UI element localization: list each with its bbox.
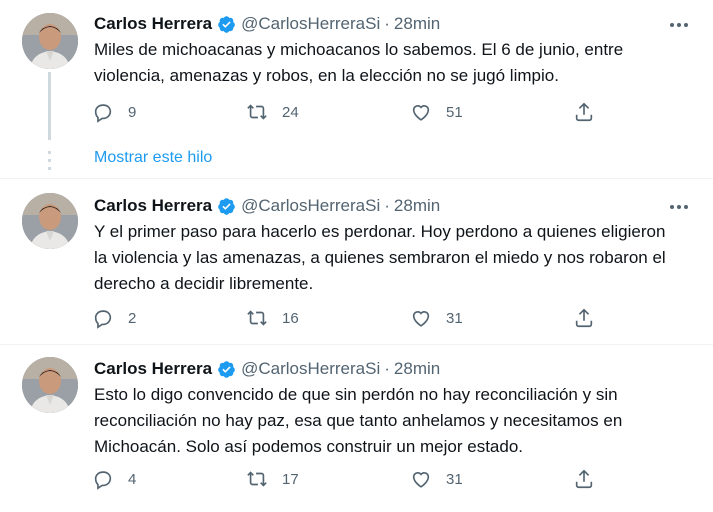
retweet-count: 16 (282, 309, 299, 327)
share-icon (575, 102, 593, 122)
like-count: 51 (446, 103, 463, 121)
tweet-text: Miles de michoacanas y michoacanos lo sa… (94, 40, 624, 85)
share-button[interactable] (573, 468, 595, 490)
thread-line (48, 72, 51, 140)
heart-icon (412, 472, 430, 488)
tweet-text: Esto lo digo convencido de que sin perdó… (94, 385, 623, 456)
tweet-actions: 9 24 51 (92, 101, 612, 125)
avatar[interactable] (22, 13, 78, 69)
separator: · (384, 196, 390, 215)
like-count: 31 (446, 309, 463, 327)
reply-count: 4 (128, 470, 137, 488)
timestamp[interactable]: 28min (394, 196, 440, 216)
separator: · (384, 14, 390, 33)
tweet-1[interactable]: Carlos Herrera @CarlosHerreraSi · 28min … (0, 0, 713, 140)
author-handle[interactable]: @CarlosHerreraSi (241, 14, 380, 34)
author-handle[interactable]: @CarlosHerreraSi (241, 196, 380, 216)
author-name[interactable]: Carlos Herrera (94, 196, 212, 216)
retweet-count: 17 (282, 470, 299, 488)
thread-dots-icon (48, 151, 51, 170)
reply-icon (94, 471, 112, 490)
verified-badge-icon (218, 197, 235, 215)
author-handle[interactable]: @CarlosHerreraSi (241, 359, 380, 379)
like-button[interactable]: 51 (410, 101, 463, 123)
retweet-button[interactable]: 24 (246, 101, 299, 123)
heart-icon (412, 311, 430, 327)
share-icon (575, 469, 593, 489)
verified-badge-icon (218, 360, 235, 378)
reply-icon (94, 104, 112, 123)
retweet-icon (247, 471, 267, 487)
retweet-button[interactable]: 16 (246, 307, 299, 329)
tweet-3[interactable]: Carlos Herrera @CarlosHerreraSi · 28min … (0, 345, 713, 512)
share-button[interactable] (573, 307, 595, 329)
more-options-icon[interactable] (668, 17, 690, 33)
separator: · (384, 359, 390, 378)
timestamp[interactable]: 28min (394, 14, 440, 34)
retweet-count: 24 (282, 103, 299, 121)
reply-count: 2 (128, 309, 137, 327)
share-button[interactable] (573, 101, 595, 123)
tweet-header: Carlos Herrera @CarlosHerreraSi · 28min (94, 13, 440, 35)
reply-icon (94, 310, 112, 329)
like-button[interactable]: 31 (410, 307, 463, 329)
reply-button[interactable]: 2 (92, 307, 136, 329)
reply-button[interactable]: 4 (92, 468, 136, 490)
heart-icon (412, 105, 430, 121)
tweet-text: Y el primer paso para hacerlo es perdona… (94, 222, 666, 293)
tweet-header: Carlos Herrera @CarlosHerreraSi · 28min (94, 358, 440, 380)
author-name[interactable]: Carlos Herrera (94, 14, 212, 34)
tweet-actions: 2 16 31 (92, 307, 612, 331)
show-thread-link[interactable]: Mostrar este hilo (94, 149, 212, 167)
retweet-icon (247, 104, 267, 120)
avatar[interactable] (22, 357, 78, 413)
more-options-icon[interactable] (668, 199, 690, 215)
tweet-2[interactable]: Carlos Herrera @CarlosHerreraSi · 28min … (0, 179, 713, 344)
tweet-header: Carlos Herrera @CarlosHerreraSi · 28min (94, 195, 440, 217)
avatar[interactable] (22, 193, 78, 249)
author-name[interactable]: Carlos Herrera (94, 359, 212, 379)
retweet-icon (247, 310, 267, 326)
retweet-button[interactable]: 17 (246, 468, 299, 490)
verified-badge-icon (218, 15, 235, 33)
show-thread-row[interactable]: Mostrar este hilo (0, 143, 713, 177)
reply-count: 9 (128, 103, 137, 121)
tweet-actions: 4 17 31 (92, 468, 612, 492)
like-button[interactable]: 31 (410, 468, 463, 490)
timestamp[interactable]: 28min (394, 359, 440, 379)
like-count: 31 (446, 470, 463, 488)
share-icon (575, 308, 593, 328)
reply-button[interactable]: 9 (92, 101, 136, 123)
